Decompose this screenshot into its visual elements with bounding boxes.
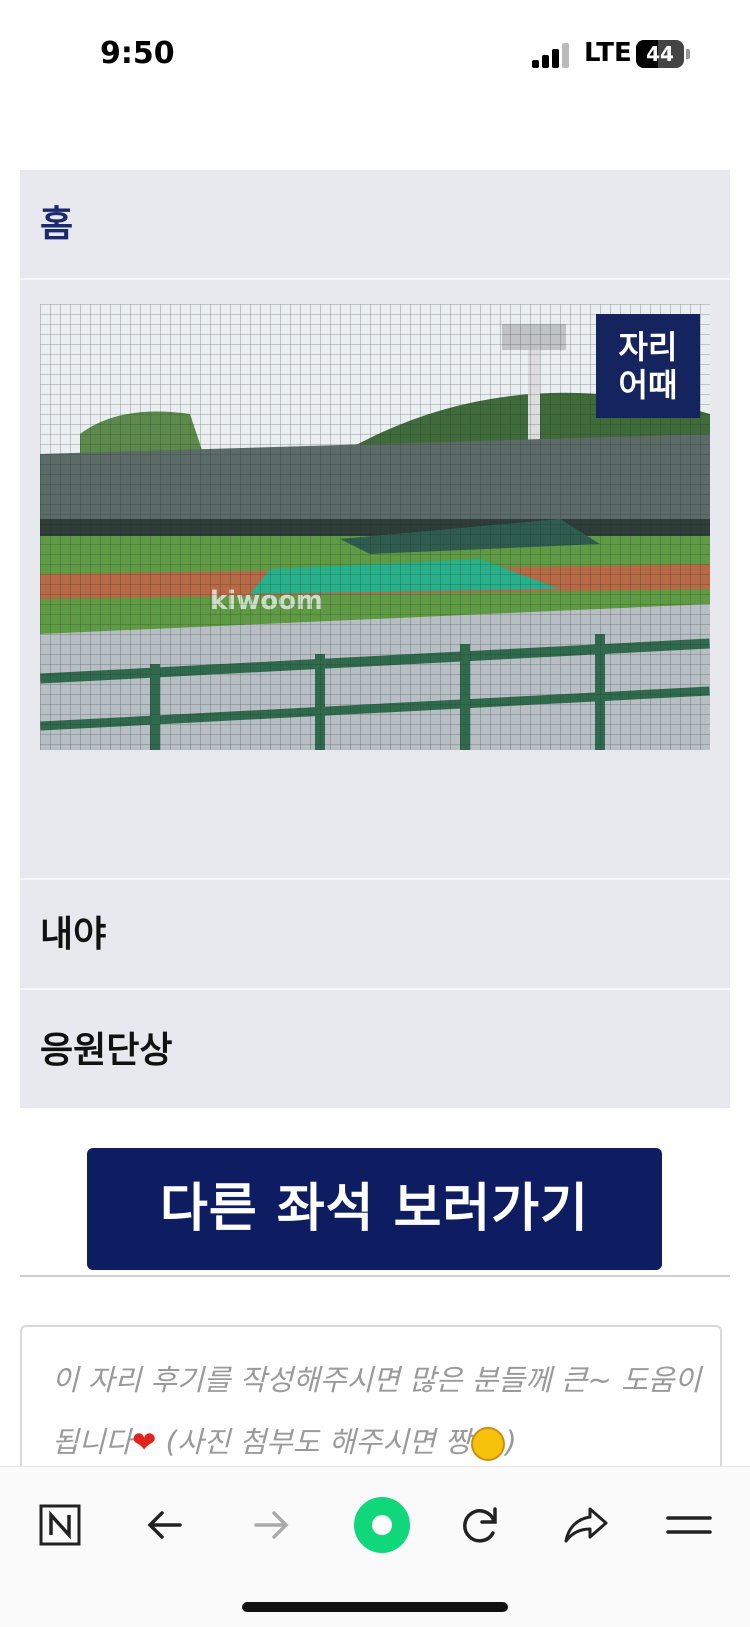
accordion-label-cheering-stage: 응원단상 xyxy=(40,1030,173,1071)
accordion-label-infield: 내야 xyxy=(40,914,107,955)
back-arrow-icon[interactable] xyxy=(136,1495,196,1555)
battery-tip xyxy=(686,49,690,59)
menu-icon[interactable] xyxy=(660,1495,720,1555)
refresh-icon[interactable] xyxy=(450,1495,510,1555)
seat-badge-line2: 어때 xyxy=(618,366,678,404)
review-placeholder-end: ) xyxy=(505,1425,517,1459)
status-bar: 9:50 LTE 44 xyxy=(0,0,750,110)
status-time: 9:50 xyxy=(100,36,175,71)
battery-icon: 44 xyxy=(636,40,684,68)
stadium-photo: kiwoom 자리 어때 xyxy=(40,304,710,750)
seat-accordion: 홈 자리 어때 내야 xyxy=(20,170,730,1108)
review-input[interactable]: 이 자리 후기를 작성해주시면 많은 분들께 큰~ 도움이 됩니다❤ (사진 첨… xyxy=(20,1325,722,1487)
seat-photo-area: kiwoom 자리 어때 xyxy=(20,280,730,880)
seat-badge-line1: 자리 xyxy=(618,328,678,366)
heart-icon: ❤ xyxy=(132,1425,157,1459)
seat-badge: 자리 어때 xyxy=(596,314,700,418)
grinning-emoji-icon xyxy=(471,1427,506,1461)
naver-n-icon[interactable] xyxy=(30,1495,90,1555)
other-seats-button[interactable]: 다른 좌석 보러가기 xyxy=(87,1148,662,1270)
network-type: LTE xyxy=(584,38,632,68)
accordion-label-home: 홈 xyxy=(40,204,74,245)
review-placeholder-note: (사진 첨부도 해주시면 짱 xyxy=(156,1425,472,1459)
battery-level: 44 xyxy=(646,42,674,66)
share-icon[interactable] xyxy=(556,1495,616,1555)
accordion-item-home[interactable]: 홈 xyxy=(20,170,730,280)
forward-arrow-icon[interactable] xyxy=(240,1495,300,1555)
accordion-item-cheering-stage[interactable]: 응원단상 xyxy=(20,996,730,1108)
accordion-item-infield[interactable]: 내야 xyxy=(20,880,730,990)
review-placeholder: 이 자리 후기를 작성해주시면 많은 분들께 큰~ 도움이 됩니다❤ (사진 첨… xyxy=(52,1349,702,1473)
home-indicator xyxy=(242,1602,508,1612)
home-circle-icon[interactable] xyxy=(344,1487,420,1563)
divider xyxy=(20,1275,730,1277)
signal-icon xyxy=(532,42,572,68)
